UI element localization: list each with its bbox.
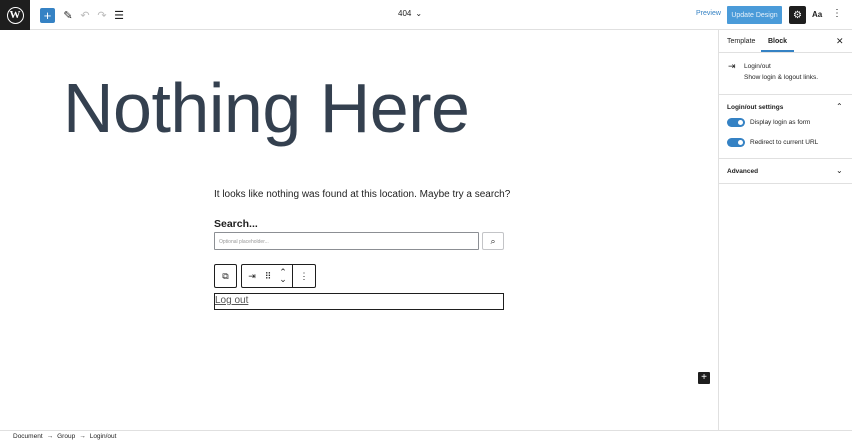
- arrow-right-icon: →: [46, 433, 54, 440]
- search-label[interactable]: Search...: [214, 218, 258, 230]
- redo-icon[interactable]: ↷: [95, 7, 109, 23]
- styles-button[interactable]: Aa: [812, 10, 822, 19]
- close-icon[interactable]: ✕: [836, 36, 844, 47]
- active-tab-indicator: [761, 50, 794, 52]
- search-input[interactable]: Optional placeholder...: [214, 232, 479, 250]
- add-block-button[interactable]: +: [40, 8, 55, 23]
- block-card-title: Login/out: [744, 63, 771, 70]
- toggle-label: Display login as form: [750, 119, 811, 126]
- display-login-form-toggle-row[interactable]: Display login as form: [727, 118, 810, 127]
- list-view-icon[interactable]: ☰: [112, 7, 126, 23]
- not-found-paragraph[interactable]: It looks like nothing was found at this …: [214, 189, 510, 200]
- preview-button[interactable]: Preview: [696, 10, 721, 17]
- block-options-icon[interactable]: ⋮: [293, 265, 315, 287]
- settings-sidebar: Template Block ✕ ⇥ Login/out Show login …: [718, 30, 852, 430]
- drag-handle-icon[interactable]: ⠿: [262, 265, 274, 287]
- panel-title[interactable]: Advanced: [727, 168, 758, 175]
- tab-block[interactable]: Block: [768, 38, 787, 45]
- update-design-button[interactable]: Update Design: [727, 6, 782, 24]
- editor-canvas: Nothing Here It looks like nothing was f…: [0, 30, 718, 430]
- redirect-toggle[interactable]: [727, 138, 745, 147]
- undo-icon[interactable]: ↶: [78, 7, 92, 23]
- block-toolbar: ⧉ ⇥ ⠿ ⌃ ⌄ ⋮: [214, 264, 316, 288]
- logout-link[interactable]: Log out: [215, 295, 248, 306]
- tab-template[interactable]: Template: [727, 38, 755, 45]
- panel-title[interactable]: Login/out settings: [727, 104, 783, 111]
- page-heading[interactable]: Nothing Here: [63, 68, 470, 148]
- display-login-form-toggle[interactable]: [727, 118, 745, 127]
- document-title[interactable]: 404 ⌄: [398, 9, 422, 18]
- arrow-right-icon: →: [79, 433, 86, 440]
- loginout-block[interactable]: Log out: [214, 293, 504, 310]
- block-card-description: Show login & logout links.: [744, 74, 819, 81]
- block-card: ⇥ Login/out Show login & logout links.: [719, 53, 852, 95]
- breadcrumb: Document → Group → Login/out: [13, 433, 116, 440]
- redirect-toggle-row[interactable]: Redirect to current URL: [727, 138, 818, 147]
- login-block-icon[interactable]: ⇥: [242, 265, 262, 287]
- settings-gear-icon[interactable]: ⚙: [789, 6, 806, 24]
- parent-block-icon[interactable]: ⧉: [215, 265, 236, 287]
- wordpress-logo-button[interactable]: W: [0, 0, 30, 30]
- search-icon[interactable]: ⌕: [482, 232, 504, 250]
- block-breadcrumb-bar: Document → Group → Login/out: [0, 430, 852, 440]
- wordpress-icon: W: [6, 6, 24, 24]
- breadcrumb-loginout[interactable]: Login/out: [90, 433, 117, 440]
- edit-pencil-icon[interactable]: ✎: [61, 7, 75, 23]
- more-options-icon[interactable]: ⋮: [832, 8, 842, 19]
- document-title-text: 404: [398, 9, 412, 18]
- move-up-down-icon[interactable]: ⌃ ⌄: [274, 265, 292, 287]
- editor-header: W + ✎ ↶ ↷ ☰ 404 ⌄ Preview Update Design …: [0, 0, 852, 30]
- advanced-panel[interactable]: Advanced ⌄: [719, 159, 852, 184]
- block-controls-group: ⇥ ⠿ ⌃ ⌄ ⋮: [241, 264, 316, 288]
- chevron-down-icon[interactable]: ⌄: [836, 166, 843, 175]
- sidebar-tabs: Template Block ✕: [719, 30, 852, 53]
- breadcrumb-document[interactable]: Document: [13, 433, 43, 440]
- canvas-add-block-icon[interactable]: +: [698, 372, 710, 384]
- chevron-down-icon: ⌄: [415, 9, 423, 18]
- login-block-icon: ⇥: [728, 61, 736, 71]
- chevron-up-icon[interactable]: ⌃: [836, 102, 843, 111]
- breadcrumb-group[interactable]: Group: [57, 433, 75, 440]
- parent-select-group: ⧉: [214, 264, 237, 288]
- toggle-label: Redirect to current URL: [750, 139, 819, 146]
- loginout-settings-panel: Login/out settings ⌃ Display login as fo…: [719, 95, 852, 159]
